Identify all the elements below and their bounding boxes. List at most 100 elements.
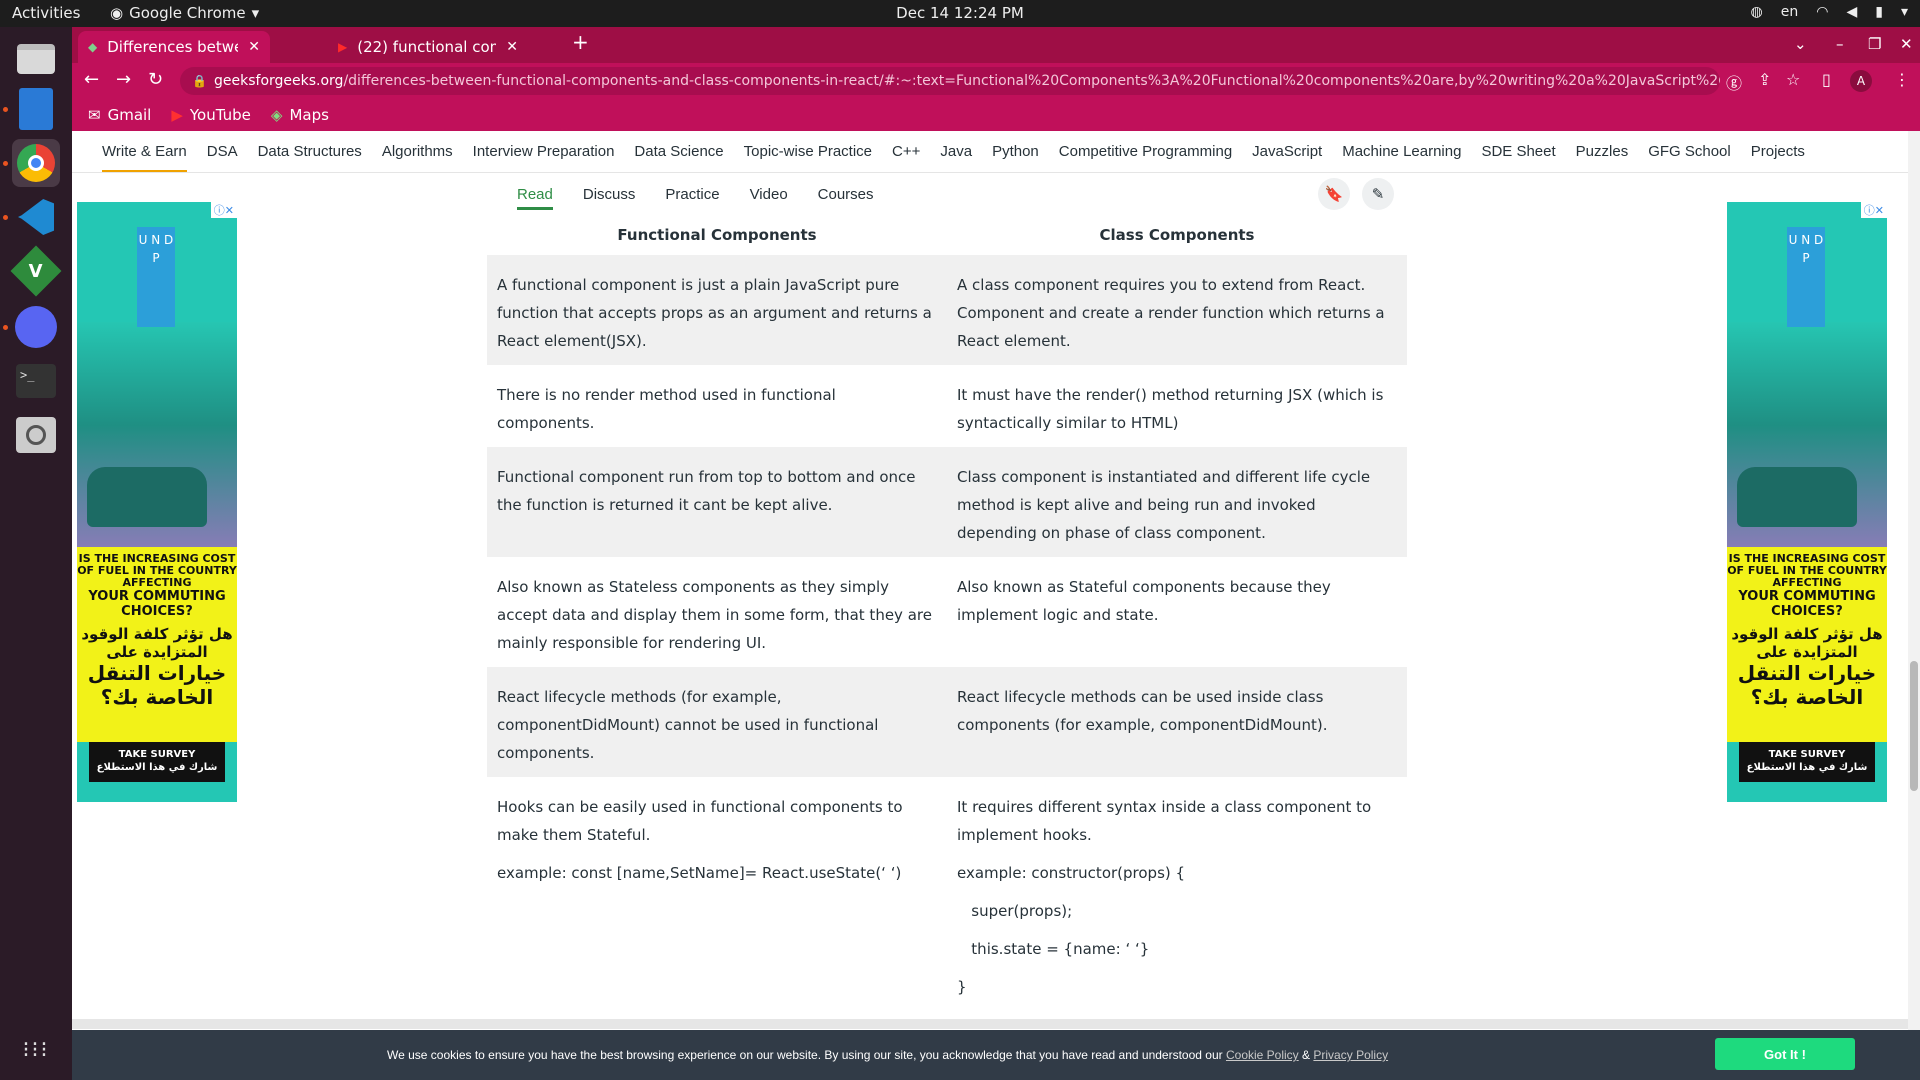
files-icon[interactable] — [12, 35, 60, 83]
cell-text: React lifecycle methods (for example, co… — [497, 688, 879, 762]
ad-survey-button[interactable]: TAKE SURVEY شارك في هذا الاستطلاع — [1739, 742, 1875, 782]
nav-item[interactable]: Python — [992, 143, 1039, 160]
cell-text: Also known as Stateful components becaus… — [957, 578, 1331, 624]
menu-icon[interactable]: ⋮ — [1894, 70, 1910, 89]
nav-item[interactable]: C++ — [892, 143, 920, 160]
bookmark-gmail[interactable]: ✉ Gmail — [88, 106, 151, 124]
cookie-policy-link[interactable]: Cookie Policy — [1226, 1048, 1299, 1062]
system-tray[interactable]: ◍ en ◠ ◀ ▮ ▾ — [1751, 4, 1908, 20]
table-cell: Also known as Stateful components becaus… — [947, 557, 1407, 667]
close-window-icon[interactable]: ✕ — [1900, 35, 1913, 53]
ad-survey-en: TAKE SURVEY — [1768, 749, 1846, 760]
search-app-icon[interactable] — [12, 411, 60, 459]
tab-video[interactable]: Video — [750, 186, 788, 203]
article: Read Discuss Practice Video Courses 🔖 ✎ … — [487, 173, 1407, 996]
table-row: A functional component is just a plain J… — [487, 255, 1407, 365]
bookmark-maps[interactable]: ◈ Maps — [271, 106, 329, 124]
bookmark-icon[interactable]: 🔖 — [1318, 178, 1350, 210]
show-apps-icon[interactable]: ⁝⁝⁝ — [12, 1027, 60, 1075]
nav-item[interactable]: GFG School — [1648, 143, 1731, 160]
ad-survey-button[interactable]: TAKE SURVEY شارك في هذا الاستطلاع — [89, 742, 225, 782]
cell-text: It must have the render() method returni… — [957, 386, 1384, 432]
discord-icon[interactable] — [12, 303, 60, 351]
ad-left[interactable]: ⓘ✕ U N D P IS THE INCREASING COST OF FUE… — [77, 202, 237, 802]
address-bar[interactable]: 🔒 geeksforgeeks.org/differences-between-… — [180, 67, 1720, 95]
ad-headline-small: IS THE INCREASING COST OF FUEL IN THE CO… — [1727, 552, 1887, 589]
nav-item[interactable]: Write & Earn — [102, 143, 187, 172]
cookie-amp: & — [1302, 1048, 1311, 1062]
close-icon[interactable]: ✕ — [506, 39, 518, 55]
new-tab-icon[interactable]: + — [572, 30, 589, 54]
chrome-app-icon[interactable] — [12, 139, 60, 187]
vim-icon[interactable]: V — [10, 245, 62, 297]
ad-right[interactable]: ⓘ✕ U N D P IS THE INCREASING COST OF FUE… — [1727, 202, 1887, 802]
system-top-bar: Activities ◉ Google Chrome ▾ Dec 14 12:2… — [0, 0, 1920, 27]
gfg-favicon-icon: ◆ — [88, 40, 98, 54]
nav-item[interactable]: Topic-wise Practice — [744, 143, 872, 160]
edit-icon[interactable]: ✎ — [1362, 178, 1394, 210]
dock: V >_ ⁝⁝⁝ — [0, 27, 72, 1080]
tab-search-icon[interactable]: ⌄ — [1794, 35, 1807, 53]
table-cell: React lifecycle methods can be used insi… — [947, 667, 1407, 777]
running-indicator — [3, 325, 8, 330]
clock[interactable]: Dec 14 12:24 PM — [0, 4, 1920, 22]
ad-car-shape — [1737, 467, 1857, 527]
ad-message: IS THE INCREASING COST OF FUEL IN THE CO… — [1727, 547, 1887, 742]
minimize-icon[interactable]: – — [1836, 35, 1844, 53]
running-indicator — [3, 215, 8, 220]
nav-item[interactable]: Projects — [1751, 143, 1805, 160]
nav-item[interactable]: Machine Learning — [1342, 143, 1461, 160]
wifi-icon: ◠ — [1816, 4, 1829, 20]
ad-arabic-big: خيارات التنقل الخاصة بك؟ — [1737, 661, 1877, 709]
writer-icon[interactable] — [12, 85, 60, 133]
privacy-policy-link[interactable]: Privacy Policy — [1313, 1048, 1388, 1062]
bookmark-star-icon[interactable]: ☆ — [1786, 70, 1800, 89]
tab-active[interactable]: ◆ Differences between Fun ✕ — [78, 31, 270, 63]
close-icon[interactable]: ✕ — [248, 39, 260, 55]
reload-icon[interactable]: ↻ — [148, 69, 163, 90]
code-example: example: constructor(props) { — [957, 864, 1186, 882]
restore-icon[interactable]: ❐ — [1868, 35, 1881, 53]
ad-survey-ar: شارك في هذا الاستطلاع — [1746, 762, 1868, 773]
back-icon[interactable]: ← — [84, 69, 99, 90]
nav-item[interactable]: DSA — [207, 143, 238, 160]
tab-read[interactable]: Read — [517, 186, 553, 210]
adchoices-icon[interactable]: ⓘ✕ — [210, 202, 237, 218]
table-header-row: Functional Components Class Components — [487, 215, 1407, 255]
screen: { "system": { "activities": "Activities"… — [0, 0, 1920, 1080]
terminal-icon[interactable]: >_ — [12, 357, 60, 405]
power-menu-icon[interactable]: ▾ — [1901, 4, 1908, 20]
tab-strip: ◆ Differences between Fun ✕ ▶ (22) funct… — [72, 27, 1920, 63]
bookmark-youtube[interactable]: ▶ YouTube — [171, 106, 251, 124]
nav-item[interactable]: Algorithms — [382, 143, 453, 160]
nav-item[interactable]: Java — [940, 143, 972, 160]
nav-item[interactable]: Data Structures — [258, 143, 362, 160]
page-scrollbar[interactable] — [1908, 131, 1920, 1030]
share-icon[interactable]: ⇪ — [1758, 70, 1771, 89]
vscode-icon[interactable] — [12, 193, 60, 241]
forward-icon[interactable]: → — [116, 69, 131, 90]
nav-item[interactable]: Competitive Programming — [1059, 143, 1232, 160]
nav-item[interactable]: Interview Preparation — [473, 143, 615, 160]
got-it-button[interactable]: Got It ! — [1715, 1038, 1855, 1070]
scrollbar-thumb[interactable] — [1910, 661, 1918, 791]
tab-discuss[interactable]: Discuss — [583, 186, 636, 203]
tab-inactive[interactable]: ▶ (22) functional componen ✕ — [328, 31, 528, 63]
table-cell: A class component requires you to extend… — [947, 255, 1407, 365]
adchoices-icon[interactable]: ⓘ✕ — [1860, 202, 1887, 218]
cell-text: A class component requires you to extend… — [957, 276, 1385, 350]
tab-practice[interactable]: Practice — [665, 186, 719, 203]
tab-courses[interactable]: Courses — [818, 186, 874, 203]
nav-item[interactable]: SDE Sheet — [1481, 143, 1555, 160]
discord-tray-icon[interactable]: ◍ — [1751, 4, 1763, 20]
side-panel-icon[interactable]: ▯ — [1822, 70, 1831, 89]
page-divider — [72, 1019, 1920, 1029]
youtube-icon: ▶ — [171, 106, 183, 124]
profile-avatar[interactable]: A — [1850, 70, 1872, 92]
nav-item[interactable]: JavaScript — [1252, 143, 1322, 160]
language-indicator[interactable]: en — [1781, 4, 1799, 20]
tab-title: (22) functional componen — [357, 38, 496, 56]
nav-item[interactable]: Data Science — [634, 143, 723, 160]
google-lens-icon[interactable]: ⓖ — [1726, 70, 1742, 94]
nav-item[interactable]: Puzzles — [1576, 143, 1629, 160]
